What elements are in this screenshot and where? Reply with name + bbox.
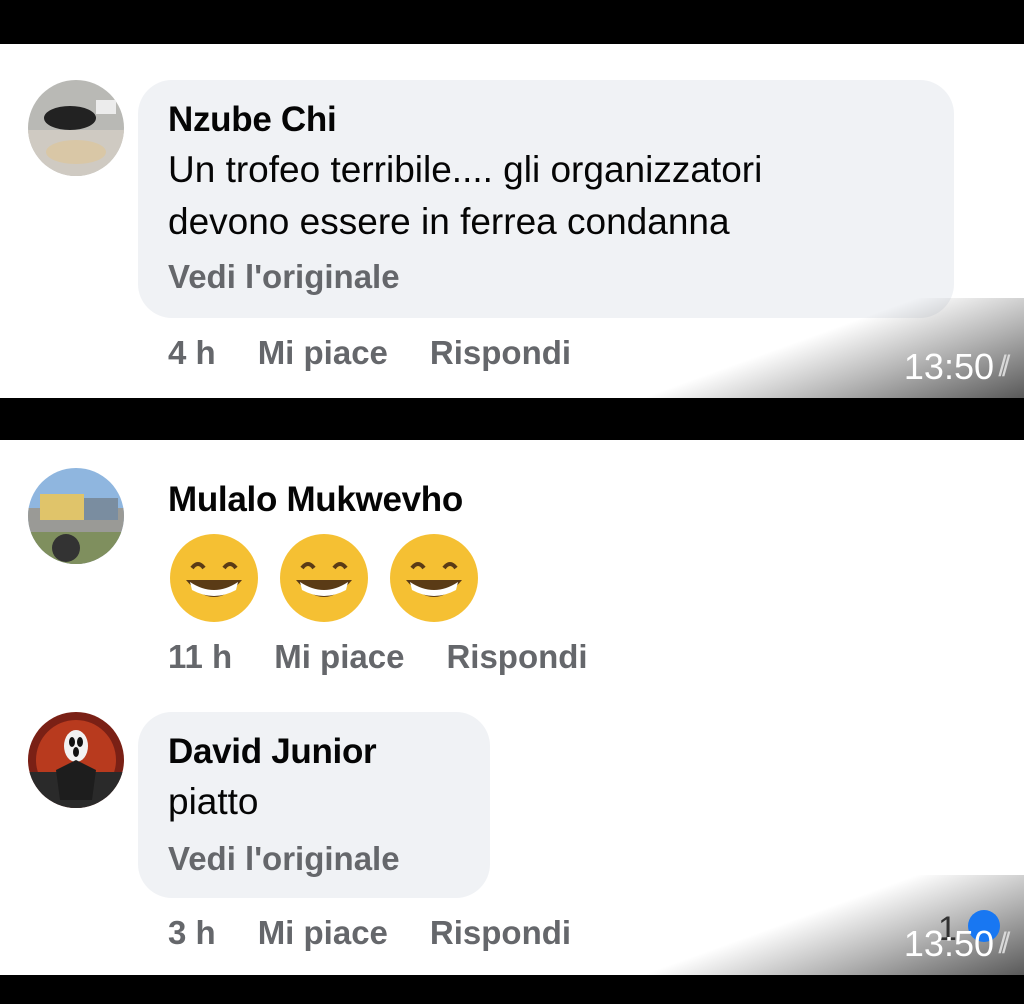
comment-bubble: Nzube Chi Un trofeo terribile.... gli or… — [138, 80, 954, 318]
message-timestamp: 13:50 // — [903, 346, 1014, 388]
comment-bubble: David Junior piatto Vedi l'originale — [138, 712, 490, 898]
avatar-mulalo-mukwevho[interactable] — [28, 468, 124, 564]
comment-time: 3 h — [168, 914, 216, 951]
comment-text-line: piatto — [168, 781, 259, 822]
reply-button[interactable]: Rispondi — [446, 638, 587, 676]
grinning-face-icon — [170, 534, 258, 622]
avatar-david-junior[interactable] — [28, 712, 124, 808]
grinning-face-icon — [390, 534, 478, 622]
comment-actions: 11 h Mi piace Rispondi — [168, 638, 588, 676]
see-original-link[interactable]: Vedi l'originale — [168, 258, 400, 296]
comment-author[interactable]: Nzube Chi — [168, 100, 337, 140]
reply-button[interactable]: Rispondi — [430, 334, 571, 372]
timestamp-text: 13:50 — [903, 923, 994, 964]
message-timestamp: 13:50 // — [903, 923, 1014, 965]
comment-time: 4 h — [168, 334, 216, 371]
avatar-nzube-chi[interactable] — [28, 80, 124, 176]
timestamp-text: 13:50 — [903, 346, 994, 387]
comment-text-line: devono essere in ferrea condanna — [168, 201, 730, 242]
emoji-reply — [168, 532, 480, 624]
screenshot-panel-1: Nzube Chi Un trofeo terribile.... gli or… — [0, 44, 1024, 398]
screenshot-panel-2: Mulalo Mukwevho 11 h Mi piace Rispondi D… — [0, 440, 1024, 975]
comment-author[interactable]: David Junior — [168, 732, 377, 772]
grinning-face-icon — [280, 534, 368, 622]
reply-button[interactable]: Rispondi — [430, 914, 571, 952]
comment-time: 11 h — [168, 638, 233, 675]
comment-actions: 4 h Mi piace Rispondi — [168, 334, 571, 372]
comment-author[interactable]: Mulalo Mukwevho — [168, 480, 463, 520]
like-button[interactable]: Mi piace — [258, 914, 388, 952]
see-original-link[interactable]: Vedi l'originale — [168, 840, 400, 878]
like-button[interactable]: Mi piace — [258, 334, 388, 372]
like-button[interactable]: Mi piace — [274, 638, 404, 676]
comment-actions: 3 h Mi piace Rispondi — [168, 914, 571, 952]
comment-text-line: Un trofeo terribile.... gli organizzator… — [168, 149, 763, 190]
